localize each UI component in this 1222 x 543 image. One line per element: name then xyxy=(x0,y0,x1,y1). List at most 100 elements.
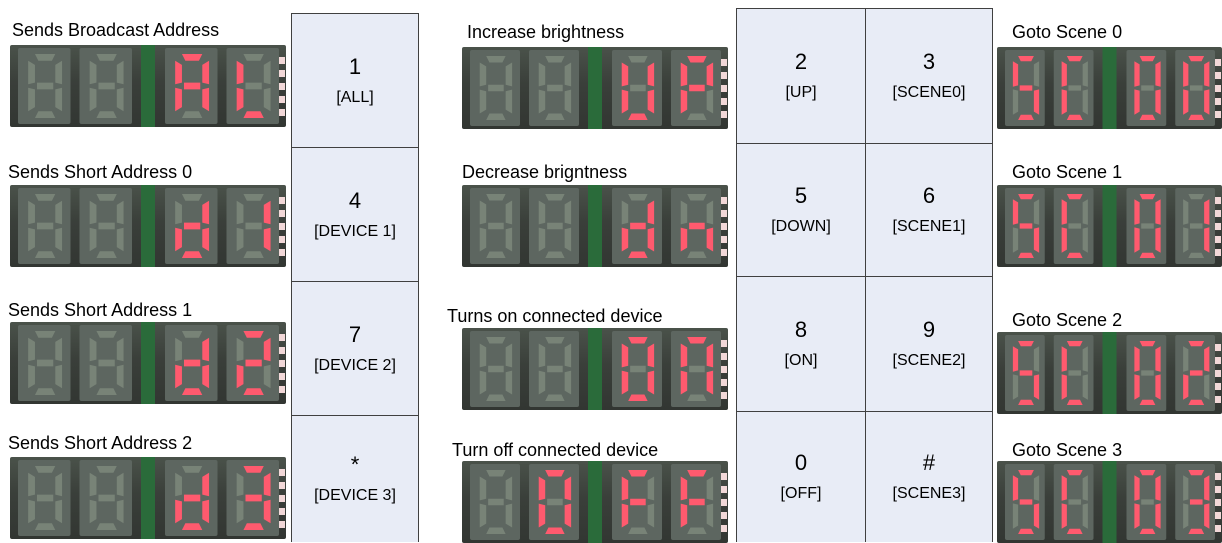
pcb-strip xyxy=(1102,461,1117,543)
left-caption-3: Sends Short Address 2 xyxy=(8,433,193,453)
segment xyxy=(1134,346,1140,372)
seven-segment-display xyxy=(18,45,285,127)
segment xyxy=(479,370,487,395)
segment xyxy=(1188,528,1205,534)
pin-contact xyxy=(279,210,285,217)
key-command: [DEVICE 1] xyxy=(314,222,396,240)
segment xyxy=(89,499,97,524)
segment xyxy=(1188,470,1205,476)
segment xyxy=(1155,199,1161,225)
key-4[interactable]: 4 [DEVICE 1] xyxy=(291,147,419,282)
segment xyxy=(1018,56,1034,62)
segment xyxy=(1139,252,1156,258)
segment xyxy=(1061,61,1067,87)
segment xyxy=(1155,346,1161,372)
segment xyxy=(89,364,97,389)
segment xyxy=(1033,374,1040,400)
pin-contact xyxy=(721,197,727,204)
key-9[interactable]: 9 [SCENE2] xyxy=(865,276,993,412)
key-5[interactable]: 5 [DOWN] xyxy=(736,143,866,277)
segment xyxy=(28,472,35,497)
segment xyxy=(545,394,565,401)
pin-contact xyxy=(279,508,285,515)
segment xyxy=(505,200,513,225)
segment xyxy=(55,227,63,252)
pin-contact xyxy=(1215,370,1221,377)
key-command: [DEVICE 3] xyxy=(314,487,396,504)
segment xyxy=(1139,114,1156,120)
key-7[interactable]: 7 [DEVICE 2] xyxy=(291,281,419,416)
key-star[interactable]: * [DEVICE 3] xyxy=(291,415,419,542)
segment xyxy=(687,527,707,534)
pin-contact xyxy=(721,499,727,506)
pin-contact xyxy=(279,109,285,116)
segment xyxy=(263,200,271,225)
display-scene-2 xyxy=(997,332,1222,414)
key-1[interactable]: 1 [ALL] xyxy=(291,13,419,148)
key-command: [OFF] xyxy=(780,485,822,502)
segment xyxy=(236,499,244,524)
segment xyxy=(488,365,504,373)
segment xyxy=(243,194,264,201)
segment xyxy=(181,388,203,395)
segment xyxy=(1183,199,1189,225)
segment xyxy=(1061,374,1067,400)
segment xyxy=(28,364,35,389)
segment xyxy=(564,503,572,528)
pin-contact xyxy=(1215,223,1221,230)
segment xyxy=(243,523,264,530)
key-6[interactable]: 6 [SCENE1] xyxy=(865,143,993,277)
segment xyxy=(243,466,264,473)
segment xyxy=(1082,503,1088,529)
segment xyxy=(175,227,182,252)
segment xyxy=(479,503,487,528)
segment xyxy=(505,62,513,87)
segment xyxy=(628,527,648,534)
pcb-strip xyxy=(1102,47,1117,129)
segment xyxy=(1183,346,1189,372)
segment xyxy=(706,343,714,368)
segment xyxy=(202,227,210,252)
segment xyxy=(245,222,262,230)
segment xyxy=(1019,370,1033,376)
key-command: [SCENE0] xyxy=(892,84,966,101)
segment xyxy=(1066,399,1083,405)
segment xyxy=(547,365,563,373)
right-caption-3: Goto Scene 3 xyxy=(1012,440,1123,460)
segment xyxy=(181,194,203,201)
segment xyxy=(243,111,264,118)
segment xyxy=(538,343,546,368)
key-2[interactable]: 2 [UP] xyxy=(736,8,866,144)
segment xyxy=(547,222,563,230)
pin-contact xyxy=(721,98,727,105)
segment xyxy=(34,251,56,258)
pin-contact xyxy=(721,223,727,230)
segment xyxy=(545,113,565,120)
segment xyxy=(116,227,124,252)
segment xyxy=(486,194,506,201)
pin-contact xyxy=(1215,396,1221,403)
segment xyxy=(1068,370,1082,376)
segment xyxy=(545,194,565,201)
segment xyxy=(545,527,565,534)
segment xyxy=(680,503,688,528)
key-label: * xyxy=(350,452,360,477)
segment xyxy=(34,388,56,395)
key-command: [ON] xyxy=(784,352,818,369)
segment xyxy=(55,87,63,112)
key-hash[interactable]: # [SCENE3] xyxy=(865,411,993,542)
pin-contact xyxy=(1215,72,1221,79)
segment xyxy=(236,87,244,112)
segment xyxy=(680,200,688,225)
segment xyxy=(236,60,244,85)
key-3[interactable]: 3 [SCENE0] xyxy=(865,8,993,144)
segment xyxy=(1139,194,1156,200)
segment xyxy=(96,194,117,201)
key-0[interactable]: 0 [OFF] xyxy=(736,411,866,542)
pin-contact xyxy=(279,249,285,256)
segment xyxy=(1082,61,1088,87)
segment xyxy=(545,251,565,258)
segment xyxy=(486,113,506,120)
segment xyxy=(479,89,487,114)
key-8[interactable]: 8 [ON] xyxy=(736,276,866,412)
